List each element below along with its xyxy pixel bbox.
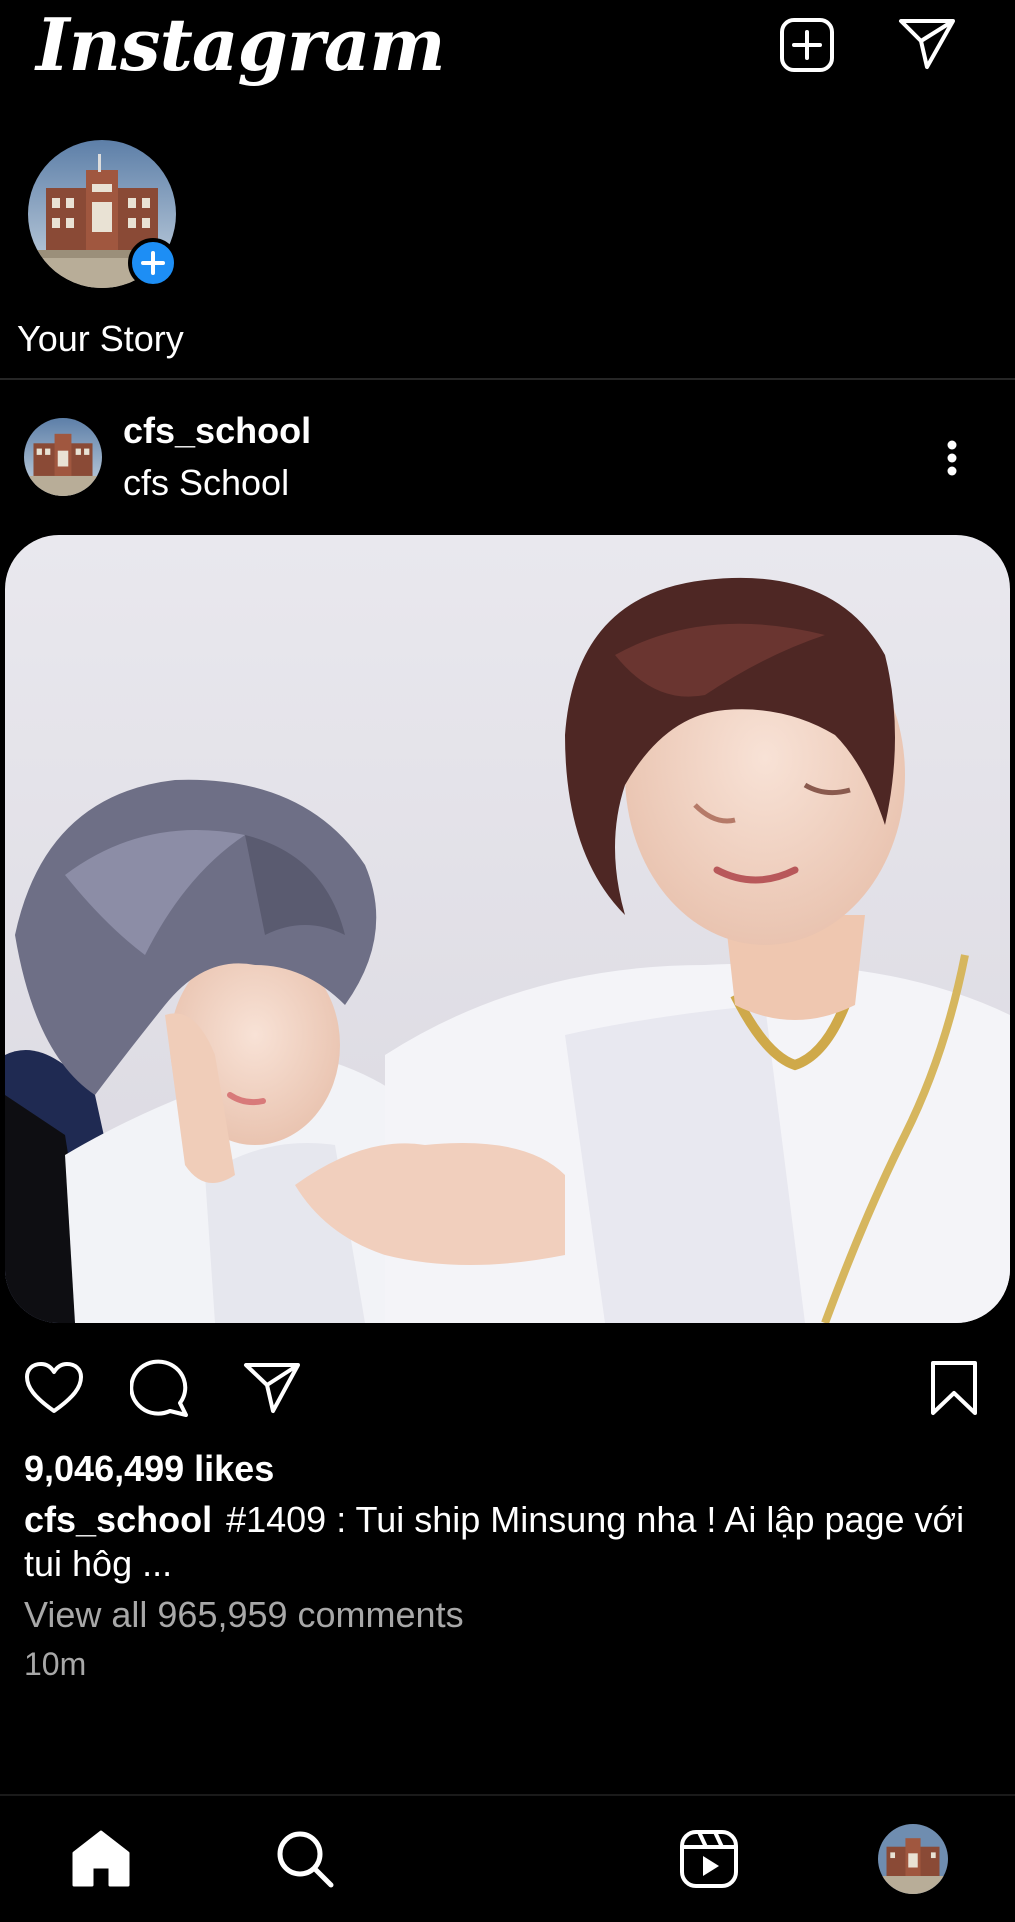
- caption-username[interactable]: cfs_school: [24, 1499, 212, 1540]
- your-story[interactable]: [28, 140, 178, 290]
- nav-profile[interactable]: [876, 1824, 950, 1894]
- instagram-logo: Instagram: [36, 2, 446, 87]
- paper-plane-icon: [899, 19, 955, 69]
- bottom-navigation: [0, 1794, 1015, 1922]
- reels-icon: [680, 1830, 738, 1888]
- like-button[interactable]: [22, 1358, 86, 1418]
- nav-home[interactable]: [64, 1824, 138, 1894]
- nav-reels[interactable]: [672, 1824, 746, 1894]
- view-comments-link[interactable]: View all 965,959 comments: [24, 1594, 464, 1636]
- heart-icon: [25, 1362, 83, 1413]
- post-subtitle: cfs School: [123, 462, 290, 503]
- comment-icon: [130, 1359, 188, 1417]
- post-username[interactable]: cfs_school: [123, 410, 311, 452]
- save-button[interactable]: [926, 1356, 982, 1420]
- paper-plane-icon: [244, 1363, 300, 1413]
- nav-search[interactable]: [268, 1824, 342, 1894]
- comment-button[interactable]: [128, 1358, 192, 1418]
- stories-divider: [0, 378, 1015, 380]
- plus-square-icon: [780, 18, 834, 72]
- direct-messages-button[interactable]: [896, 12, 958, 74]
- post-timestamp: 10m: [24, 1646, 87, 1682]
- share-button[interactable]: [240, 1358, 304, 1418]
- post-author-avatar[interactable]: [24, 418, 102, 496]
- post-caption: cfs_school #1409 : Tui ship Minsung nha !…: [24, 1498, 999, 1586]
- plus-circle-icon: [141, 251, 165, 275]
- your-story-label: Your Story: [17, 318, 184, 359]
- likes-count[interactable]: 9,046,499 likes: [24, 1448, 274, 1490]
- search-icon: [277, 1831, 334, 1888]
- home-icon: [72, 1830, 130, 1887]
- profile-avatar: [878, 1824, 948, 1894]
- new-post-button[interactable]: [776, 14, 838, 76]
- post-image[interactable]: [5, 535, 1010, 1323]
- more-vertical-icon: [947, 440, 957, 476]
- post-more-button[interactable]: [932, 428, 972, 488]
- bookmark-icon: [931, 1361, 977, 1415]
- add-story-button[interactable]: [128, 238, 178, 288]
